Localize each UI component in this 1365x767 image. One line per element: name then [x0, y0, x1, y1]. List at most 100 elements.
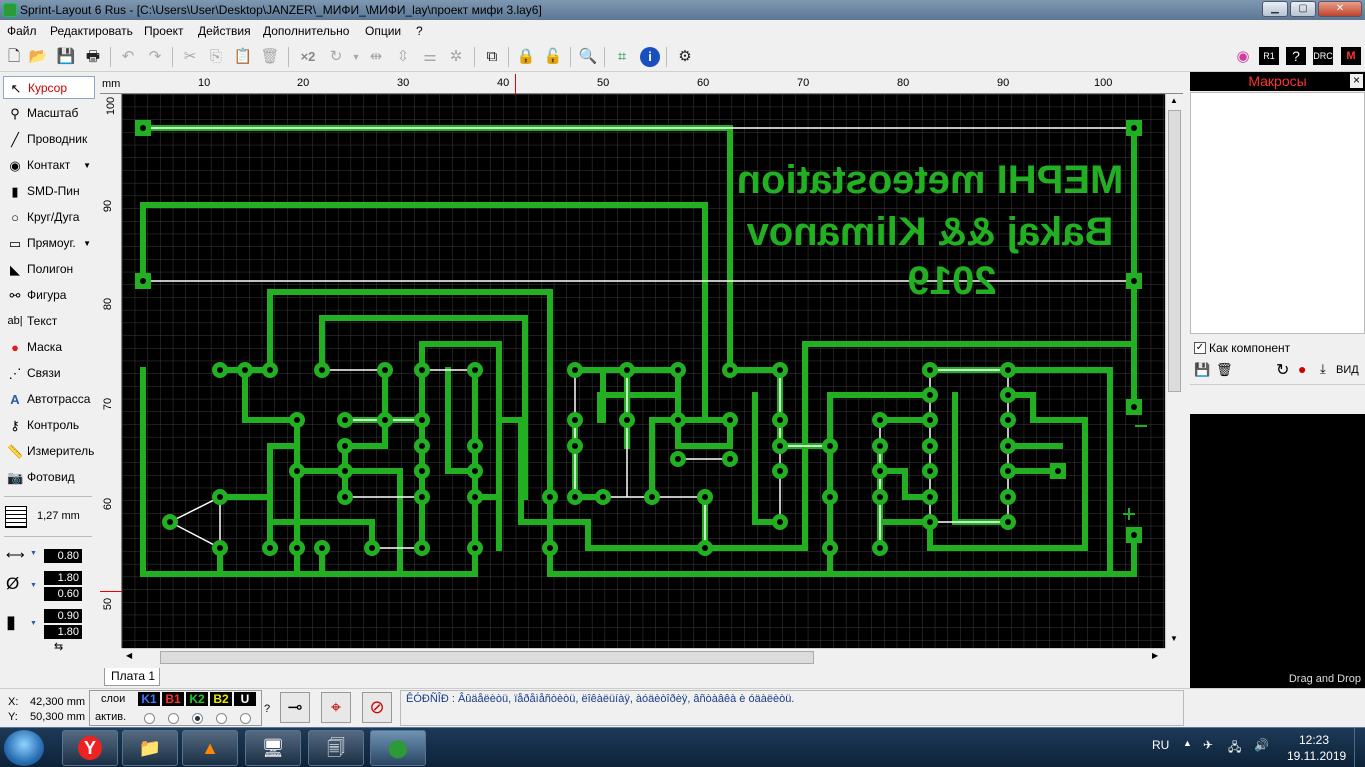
new-file-icon[interactable]: 🗋: [4, 47, 24, 67]
pad-inner-value[interactable]: 0.60: [44, 587, 82, 601]
tool-zoom[interactable]: ⚲ Масштаб: [3, 102, 95, 125]
redo-icon[interactable]: ↷: [145, 47, 165, 67]
tool-cursor[interactable]: ↖ Курсор: [3, 76, 95, 99]
unlock-icon[interactable]: 🔓: [543, 47, 563, 67]
scroll-left-icon[interactable]: ◀: [126, 651, 132, 660]
info-icon[interactable]: i: [640, 47, 660, 67]
active-radio-b2[interactable]: [216, 713, 227, 724]
track-width-value[interactable]: 0.80: [44, 549, 82, 563]
rotate-dropdown-icon[interactable]: ▼: [346, 47, 366, 67]
menu-options[interactable]: Опции: [365, 24, 401, 38]
tool-track[interactable]: ╱ Проводник: [3, 128, 95, 151]
tray-app-icon[interactable]: ✈: [1203, 738, 1213, 752]
smd-size-dropdown-icon[interactable]: ▼: [30, 620, 37, 627]
cut-icon[interactable]: ✂: [180, 47, 200, 67]
crop-icon[interactable]: ⌗: [612, 47, 632, 67]
vertical-scroll-thumb[interactable]: [1168, 110, 1181, 392]
open-folder-icon[interactable]: 📂: [28, 47, 48, 67]
explorer-task[interactable]: 📁: [122, 730, 178, 766]
layer-k2[interactable]: K2: [186, 692, 208, 706]
macros-list[interactable]: [1190, 92, 1365, 334]
record-icon[interactable]: ●: [1298, 361, 1306, 377]
tool-text[interactable]: ab| Текст: [3, 310, 95, 333]
active-radio-b1[interactable]: [168, 713, 179, 724]
tool-photoview[interactable]: 📷 Фотовид: [3, 466, 95, 489]
as-component-checkbox[interactable]: ✓: [1194, 342, 1206, 354]
delete-macro-icon[interactable]: 🗑: [1216, 362, 1233, 378]
cursor-snap-button[interactable]: ⌖: [321, 692, 351, 723]
scroll-down-icon[interactable]: ▼: [1170, 634, 1178, 643]
tool-polygon[interactable]: ◣ Полигон: [3, 258, 95, 281]
tool-pad[interactable]: ◉ Контакт ▼: [3, 154, 95, 177]
align-icon[interactable]: ⚌: [420, 47, 440, 67]
macro-preview[interactable]: Drag and Drop: [1190, 414, 1365, 688]
copy-icon[interactable]: ⎘: [206, 47, 226, 67]
vertical-scrollbar[interactable]: ▲ ▼: [1165, 94, 1183, 648]
pcb-canvas[interactable]: MEPHI meteostation Bakaj && Klimanov 201…: [122, 94, 1165, 648]
menu-actions[interactable]: Действия: [198, 24, 251, 38]
horizontal-scroll-thumb[interactable]: [160, 651, 814, 664]
show-desktop-button[interactable]: [1354, 728, 1365, 767]
help-check-icon[interactable]: ?: [1286, 47, 1306, 65]
snap-track-button[interactable]: ⊸: [280, 692, 310, 723]
lock-icon[interactable]: 🔒: [516, 47, 536, 67]
remote-desktop-task[interactable]: 🖥: [245, 730, 301, 766]
close-button[interactable]: ✕: [1318, 1, 1362, 17]
clock-time[interactable]: 12:23: [1299, 733, 1329, 747]
swap-icon[interactable]: ⇆: [54, 640, 63, 653]
mirror-h-icon[interactable]: ⇹: [366, 47, 386, 67]
menu-file[interactable]: Файл: [7, 24, 37, 38]
delete-icon[interactable]: 🗑: [260, 47, 280, 67]
active-radio-k2[interactable]: [192, 713, 203, 724]
start-button[interactable]: [4, 730, 44, 766]
no-rubberband-button[interactable]: ⊘: [362, 692, 392, 723]
photoview-toggle-icon[interactable]: ◉: [1233, 47, 1253, 67]
tool-figure[interactable]: ⚯ Фигура: [3, 284, 95, 307]
tool-circle[interactable]: ○ Круг/Дуга: [3, 206, 95, 229]
layers-help[interactable]: ?: [264, 703, 270, 715]
tool-mask[interactable]: ● Маска: [3, 336, 95, 359]
maximize-button[interactable]: ▢: [1290, 1, 1316, 17]
tool-autoroute[interactable]: A Автотрасса: [3, 388, 95, 411]
vlc-task[interactable]: ▲: [182, 730, 238, 766]
view-button[interactable]: ВИД: [1336, 364, 1359, 376]
sprint-layout-task[interactable]: ⬤: [370, 730, 426, 766]
pad-outer-value[interactable]: 1.80: [44, 571, 82, 585]
layer-u[interactable]: U: [234, 692, 256, 706]
duplicate-x2-icon[interactable]: ×2: [296, 47, 320, 67]
grid-selector[interactable]: 1,27 mm: [3, 506, 95, 528]
layer-b1[interactable]: B1: [162, 692, 184, 706]
save-icon[interactable]: 💾: [56, 47, 76, 67]
active-radio-u[interactable]: [240, 713, 251, 724]
paste-icon[interactable]: 📋: [233, 47, 253, 67]
macro-m-icon[interactable]: M: [1341, 47, 1361, 65]
scroll-up-icon[interactable]: ▲: [1170, 96, 1178, 105]
rotate-icon[interactable]: ↻: [326, 47, 346, 67]
menu-project[interactable]: Проект: [144, 24, 184, 38]
layer-k1[interactable]: K1: [138, 692, 160, 706]
smd-height-value[interactable]: 1.80: [44, 625, 82, 639]
layer-b2[interactable]: B2: [210, 692, 232, 706]
print-icon[interactable]: 🖶: [83, 47, 103, 67]
layer-stack-icon[interactable]: ⧉: [482, 47, 502, 67]
component-icon[interactable]: ⚙: [675, 47, 695, 67]
scroll-right-icon[interactable]: ▶: [1152, 651, 1158, 660]
tool-test[interactable]: ⚷ Контроль: [3, 414, 95, 437]
documents-task[interactable]: 🗐: [308, 730, 364, 766]
tool-rect[interactable]: ▭ Прямоуг. ▼: [3, 232, 95, 255]
mirror-v-icon[interactable]: ⇳: [393, 47, 413, 67]
menu-extra[interactable]: Дополнительно: [263, 24, 349, 38]
tray-expand-icon[interactable]: ▲: [1183, 738, 1192, 748]
import-icon[interactable]: ⤓: [1320, 361, 1326, 377]
volume-icon[interactable]: 🔊: [1254, 738, 1269, 752]
track-width-dropdown-icon[interactable]: ▼: [30, 550, 37, 557]
smd-width-value[interactable]: 0.90: [44, 609, 82, 623]
pad-size-dropdown-icon[interactable]: ▼: [30, 582, 37, 589]
clock-date[interactable]: 19.11.2019: [1287, 749, 1346, 763]
rotate-macro-icon[interactable]: ↻: [1276, 360, 1289, 380]
language-indicator[interactable]: RU: [1152, 738, 1169, 752]
menu-edit[interactable]: Редактировать: [50, 24, 133, 38]
minimize-button[interactable]: ▁: [1262, 1, 1288, 17]
group-icon[interactable]: ✲: [446, 47, 466, 67]
network-icon[interactable]: 🖧: [1228, 738, 1241, 759]
